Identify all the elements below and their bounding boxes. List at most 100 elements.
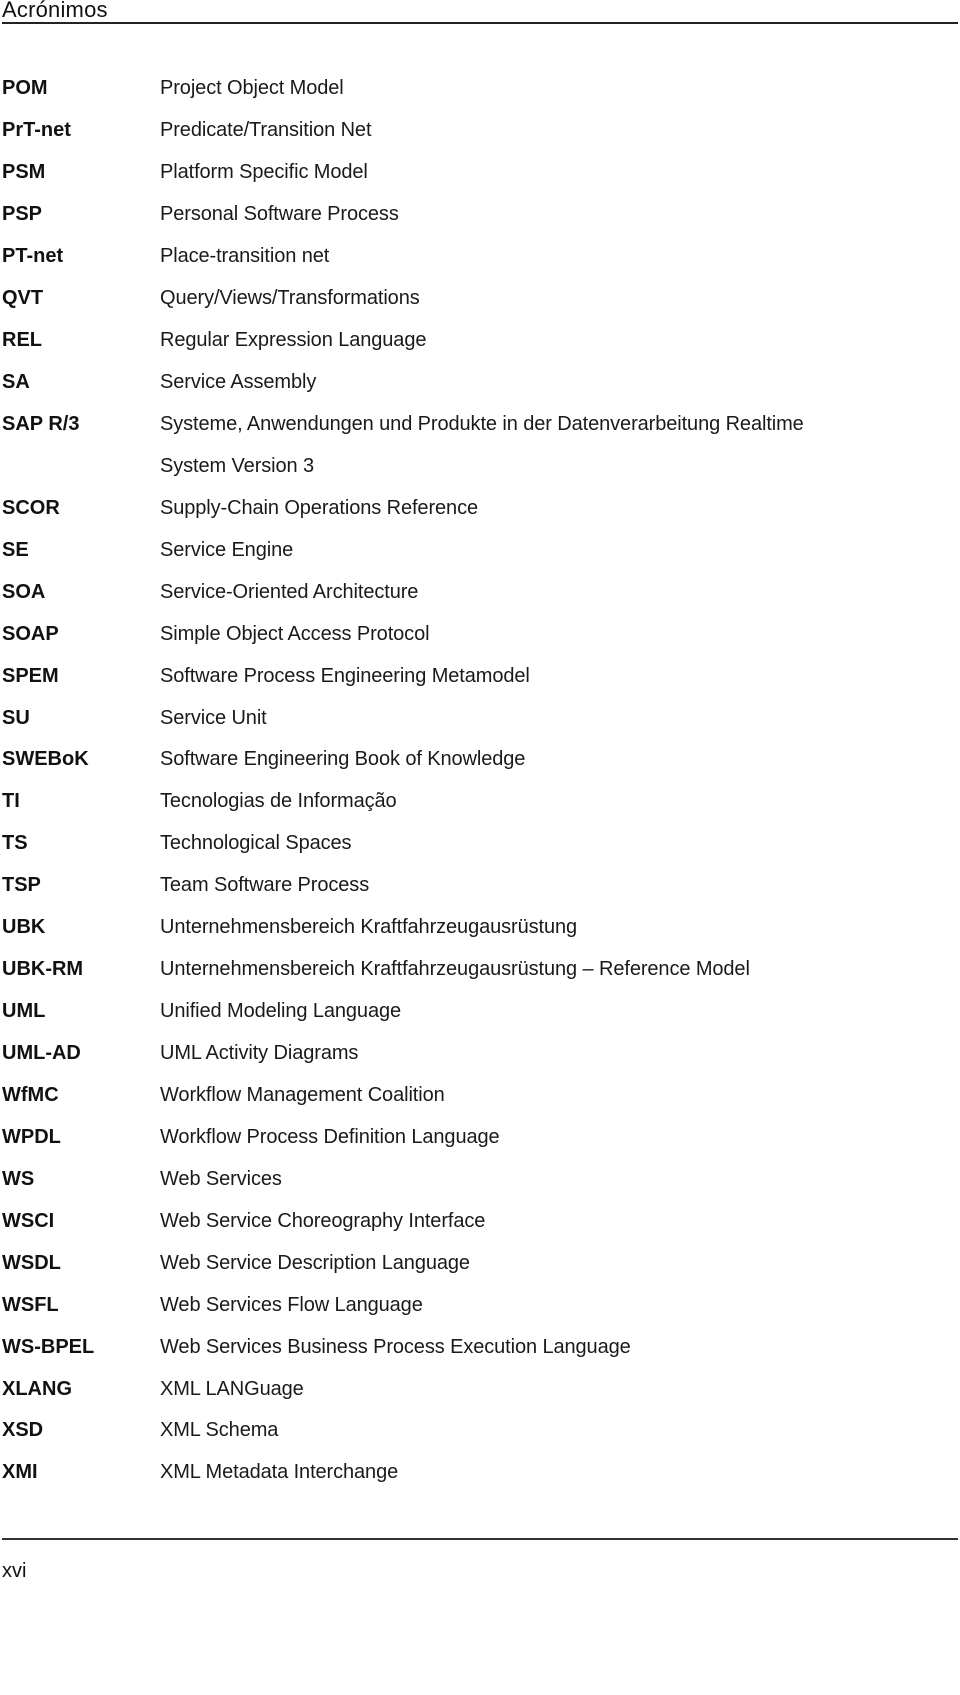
acronym-row: WS Web Services (2, 1158, 952, 1200)
acronym-row: UBK-RM Unternehmensbereich Kraftfahrzeuga… (2, 949, 952, 991)
acronym-abbreviation: WPDL (2, 1125, 61, 1148)
acronym-abbreviation: SE (2, 538, 29, 561)
acronym-abbreviation: WfMC (2, 1083, 59, 1106)
acronym-row: SPEM Software Process Engineering Metamod… (2, 655, 952, 697)
acronym-definition: Technological Spaces (160, 832, 352, 855)
acronym-list: POM Project Object Model PrT-net Predicate/… (2, 68, 952, 1494)
page-number: xvi (2, 1560, 27, 1582)
acronym-abbreviation: SA (2, 371, 30, 394)
acronym-row: PrT-net Predicate/Transition Net (2, 110, 952, 152)
acronym-abbreviation: QVT (2, 287, 44, 310)
acronym-row: PSP Personal Software Process (2, 194, 952, 236)
acronym-abbreviation: TSP (2, 874, 41, 897)
acronym-definition: Software Process Engineering Metamodel (160, 664, 530, 687)
acronym-definition: XML LANGuage (160, 1377, 304, 1400)
acronym-row: SOAP Simple Object Access Protocol (2, 613, 952, 655)
acronym-definition: XML Schema (160, 1419, 279, 1442)
acronym-row: TI Tecnologias de Informação (2, 781, 952, 823)
acronym-definition: Web Services Flow Language (160, 1293, 423, 1316)
acronym-row: XSD XML Schema (2, 1410, 952, 1452)
acronym-abbreviation: XMI (2, 1461, 38, 1484)
acronym-abbreviation: WSDL (2, 1251, 61, 1274)
acronym-definition: Simple Object Access Protocol (160, 622, 430, 645)
acronym-row: QVT Query/Views/Transformations (2, 278, 952, 320)
acronym-abbreviation: WS-BPEL (2, 1335, 95, 1358)
acronym-row: SA Service Assembly (2, 362, 952, 404)
acronym-definition: Service-Oriented Architecture (160, 580, 419, 603)
header-divider (2, 22, 958, 24)
acronym-abbreviation: SWEBoK (2, 748, 89, 771)
acronym-abbreviation: UBK-RM (2, 958, 84, 981)
acronym-row: XLANG XML LANGuage (2, 1368, 952, 1410)
acronym-definition: Service Assembly (160, 371, 317, 394)
acronym-definition: Web Services Business Process Execution … (160, 1335, 631, 1358)
acronym-row: WfMC Workflow Management Coalition (2, 1075, 952, 1117)
acronym-abbreviation: POM (2, 77, 48, 100)
acronym-definition: Systeme, Anwendungen und Produkte in der… (160, 412, 804, 435)
acronym-abbreviation: PT-net (2, 245, 64, 268)
acronym-row: UML Unified Modeling Language (2, 991, 952, 1033)
acronym-row: SCOR Supply-Chain Operations Reference (2, 487, 952, 529)
acronym-row: POM Project Object Model (2, 68, 952, 110)
acronym-abbreviation: SOAP (2, 622, 59, 645)
acronym-definition: Service Engine (160, 538, 294, 561)
acronym-abbreviation: TS (2, 832, 28, 855)
section-title: Acrónimos (2, 0, 108, 22)
acronym-definition: Unternehmensbereich Kraftfahrzeugausrüst… (160, 958, 750, 981)
acronym-definition: XML Metadata Interchange (160, 1461, 399, 1484)
acronym-abbreviation: UML-AD (2, 1042, 81, 1065)
acronym-row: TS Technological Spaces (2, 823, 952, 865)
acronym-abbreviation: WS (2, 1167, 35, 1190)
acronym-row: WSFL Web Services Flow Language (2, 1284, 952, 1326)
acronym-definition: Place-transition net (160, 245, 330, 268)
acronym-definition: Unternehmensbereich Kraftfahrzeugausrüst… (160, 916, 578, 939)
acronym-abbreviation: UBK (2, 916, 46, 939)
acronym-definition: Web Services (160, 1167, 282, 1190)
acronym-definition: UML Activity Diagrams (160, 1042, 359, 1065)
acronym-definition: Workflow Process Definition Language (160, 1125, 500, 1148)
acronym-definition: Query/Views/Transformations (160, 287, 420, 310)
acronym-row: REL Regular Expression Language (2, 320, 952, 362)
acronym-abbreviation: TI (2, 790, 20, 813)
acronym-definition: Web Service Choreography Interface (160, 1209, 486, 1232)
acronym-row: SWEBoK Software Engineering Book of Knowl… (2, 739, 952, 781)
acronym-definition: Personal Software Process (160, 203, 399, 226)
acronym-abbreviation: PSP (2, 203, 43, 226)
acronym-abbreviation: SPEM (2, 664, 59, 687)
acronym-row: SOA Service-Oriented Architecture (2, 571, 952, 613)
acronym-row: System Version 3 (2, 445, 952, 487)
acronym-abbreviation: SU (2, 706, 30, 729)
acronym-row: WPDL Workflow Process Definition Language (2, 1116, 952, 1158)
acronym-definition: Service Unit (160, 706, 267, 729)
page-header: Acrónimos (2, 0, 958, 22)
acronym-abbreviation: XLANG (2, 1377, 72, 1400)
footer-divider (2, 1538, 958, 1540)
acronym-row: PSM Platform Specific Model (2, 152, 952, 194)
acronym-row: XMI XML Metadata Interchange (2, 1452, 952, 1494)
acronym-abbreviation: REL (2, 329, 42, 352)
acronym-definition: Workflow Management Coalition (160, 1083, 445, 1106)
acronym-row: SAP R/3 Systeme, Anwendungen und Produkte… (2, 404, 952, 446)
acronym-definition: Predicate/Transition Net (160, 119, 372, 142)
acronym-abbreviation: WSCI (2, 1209, 55, 1232)
acronym-abbreviation: PrT-net (2, 119, 71, 142)
acronym-definition: Tecnologias de Informação (160, 790, 397, 813)
acronym-abbreviation: SCOR (2, 496, 60, 519)
acronym-row: UML-AD UML Activity Diagrams (2, 1033, 952, 1075)
acronym-abbreviation: XSD (2, 1419, 44, 1442)
acronym-definition: Unified Modeling Language (160, 1000, 402, 1023)
acronym-definition: System Version 3 (160, 454, 315, 477)
acronym-row: WSCI Web Service Choreography Interface (2, 1200, 952, 1242)
acronym-definition: Software Engineering Book of Knowledge (160, 748, 526, 771)
acronym-row: SE Service Engine (2, 529, 952, 571)
acronym-definition: Platform Specific Model (160, 161, 368, 184)
acronym-definition: Team Software Process (160, 874, 370, 897)
acronym-abbreviation: WSFL (2, 1293, 59, 1316)
acronym-row: SU Service Unit (2, 697, 952, 739)
acronym-definition: Project Object Model (160, 77, 344, 100)
acronym-abbreviation: SOA (2, 580, 46, 603)
acronym-row: WSDL Web Service Description Language (2, 1242, 952, 1284)
acronym-row: PT-net Place-transition net (2, 236, 952, 278)
acronym-row: TSP Team Software Process (2, 865, 952, 907)
acronym-row: UBK Unternehmensbereich Kraftfahrzeugausr… (2, 907, 952, 949)
